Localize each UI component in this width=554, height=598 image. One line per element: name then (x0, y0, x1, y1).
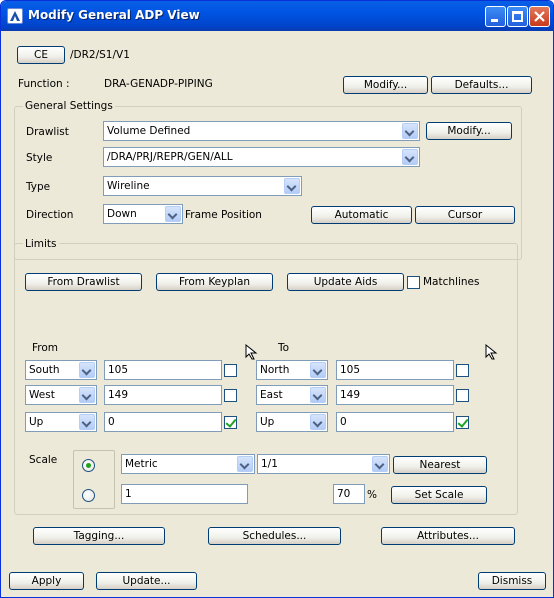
style-select[interactable]: /DRA/PRJ/REPR/GEN/ALL (103, 147, 420, 167)
close-icon (532, 9, 547, 27)
attributes-button[interactable]: Attributes... (381, 527, 515, 545)
title-bar[interactable]: Modify General ADP View (1, 1, 553, 31)
update-aids-button[interactable]: Update Aids (287, 273, 404, 291)
percent-symbol: % (367, 489, 377, 501)
to-direction-select[interactable]: Up (256, 412, 328, 432)
scale-radio-box (73, 450, 115, 509)
from-checkbox[interactable] (224, 416, 237, 429)
to-value-field[interactable]: 0 (336, 412, 454, 432)
chevron-down-icon[interactable] (165, 206, 181, 222)
apply-button[interactable]: Apply (9, 572, 84, 590)
function-value: DRA-GENADP-PIPING (104, 78, 213, 90)
from-direction-select[interactable]: West (25, 385, 97, 405)
ce-path: /DR2/S1/V1 (70, 49, 130, 61)
maximize-icon (512, 11, 523, 22)
to-direction-value: East (260, 389, 283, 401)
to-direction-select[interactable]: North (256, 360, 328, 380)
pick-cursor-icon[interactable] (484, 343, 498, 363)
chevron-down-icon[interactable] (79, 414, 95, 430)
nearest-button[interactable]: Nearest (393, 456, 487, 474)
from-direction-select[interactable]: South (25, 360, 97, 380)
chevron-down-icon[interactable] (402, 149, 418, 165)
window-title: Modify General ADP View (28, 8, 200, 22)
chevron-down-icon[interactable] (402, 123, 418, 139)
scale-label: Scale (29, 454, 58, 466)
matchlines-label: Matchlines (423, 276, 480, 288)
scale-custom-field[interactable]: 1 (121, 484, 248, 504)
schedules-button[interactable]: Schedules... (208, 527, 341, 545)
update-button[interactable]: Update... (96, 572, 197, 590)
type-value: Wireline (107, 180, 150, 192)
direction-label: Direction (26, 209, 74, 221)
from-checkbox[interactable] (224, 389, 237, 402)
dialog-window: Modify General ADP View CE /DR2/S1/V1 Fu… (0, 0, 554, 598)
chevron-down-icon[interactable] (310, 414, 326, 430)
drawlist-modify-button[interactable]: Modify... (426, 122, 512, 140)
scale-units-select[interactable]: Metric (121, 454, 255, 474)
cursor-button[interactable]: Cursor (415, 206, 515, 224)
scale-preset-radio[interactable] (82, 459, 95, 472)
from-value-field[interactable]: 105 (104, 360, 222, 380)
chevron-down-icon[interactable] (310, 362, 326, 378)
from-direction-value: South (29, 364, 60, 376)
from-direction-value: West (29, 389, 55, 401)
chevron-down-icon[interactable] (79, 387, 95, 403)
from-drawlist-button[interactable]: From Drawlist (25, 273, 142, 291)
maximize-button[interactable] (507, 6, 528, 27)
to-value-field[interactable]: 105 (336, 360, 454, 380)
chevron-down-icon[interactable] (237, 456, 253, 472)
drawlist-select[interactable]: Volume Defined (103, 121, 420, 141)
dismiss-button[interactable]: Dismiss (478, 572, 546, 590)
automatic-button[interactable]: Automatic (311, 206, 412, 224)
tagging-button[interactable]: Tagging... (33, 527, 165, 545)
style-value: /DRA/PRJ/REPR/GEN/ALL (107, 151, 233, 163)
frame-position-label: Frame Position (185, 209, 262, 221)
scale-units-value: Metric (125, 458, 158, 470)
defaults-button[interactable]: Defaults... (431, 76, 532, 94)
close-button[interactable] (529, 6, 550, 27)
direction-value: Down (107, 208, 137, 220)
style-label: Style (26, 152, 53, 164)
scale-custom-radio[interactable] (82, 489, 95, 502)
scale-percent-field[interactable]: 70 (333, 484, 365, 504)
type-select[interactable]: Wireline (103, 176, 302, 196)
to-direction-value: Up (260, 416, 275, 428)
matchlines-checkbox[interactable] (407, 276, 420, 289)
ce-button[interactable]: CE (17, 46, 65, 64)
scale-ratio-select[interactable]: 1/1 (257, 454, 390, 474)
from-value-field[interactable]: 0 (104, 412, 222, 432)
function-modify-button[interactable]: Modify... (343, 76, 428, 94)
scale-ratio-value: 1/1 (261, 458, 278, 470)
to-value-field[interactable]: 149 (336, 385, 454, 405)
app-icon (7, 8, 23, 24)
from-label: From (32, 342, 59, 354)
dialog-content: CE /DR2/S1/V1 Function : DRA-GENADP-PIPI… (4, 31, 550, 595)
type-label: Type (26, 181, 51, 193)
minimize-icon (491, 19, 498, 22)
from-value-field[interactable]: 149 (104, 385, 222, 405)
from-direction-value: Up (29, 416, 44, 428)
chevron-down-icon[interactable] (372, 456, 388, 472)
chevron-down-icon[interactable] (310, 387, 326, 403)
set-scale-button[interactable]: Set Scale (391, 486, 487, 504)
to-label: To (278, 342, 290, 354)
limits-label: Limits (23, 238, 59, 250)
general-settings-label: General Settings (23, 100, 115, 112)
to-direction-value: North (260, 364, 290, 376)
minimize-button[interactable] (485, 6, 506, 27)
chevron-down-icon[interactable] (79, 362, 95, 378)
from-checkbox[interactable] (224, 364, 237, 377)
drawlist-value: Volume Defined (107, 125, 191, 137)
from-keyplan-button[interactable]: From Keyplan (156, 273, 273, 291)
to-checkbox[interactable] (456, 364, 469, 377)
to-checkbox[interactable] (456, 389, 469, 402)
from-direction-select[interactable]: Up (25, 412, 97, 432)
direction-select[interactable]: Down (103, 204, 183, 224)
drawlist-label: Drawlist (26, 126, 69, 138)
to-direction-select[interactable]: East (256, 385, 328, 405)
chevron-down-icon[interactable] (284, 178, 300, 194)
function-label: Function : (18, 78, 70, 90)
to-checkbox[interactable] (456, 416, 469, 429)
